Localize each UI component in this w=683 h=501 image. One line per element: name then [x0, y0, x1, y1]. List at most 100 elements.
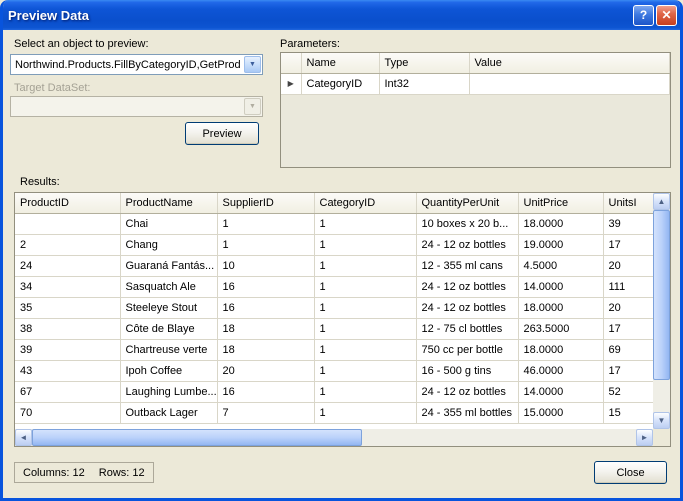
result-cell[interactable]: 1	[217, 213, 315, 235]
close-button[interactable]: Close	[594, 461, 667, 484]
result-cell[interactable]: Chai	[120, 213, 218, 235]
result-cell[interactable]: 24 - 355 ml bottles	[416, 402, 519, 424]
result-cell[interactable]: 1	[314, 402, 417, 424]
parameter-type-cell[interactable]: Int32	[379, 73, 470, 95]
result-cell[interactable]: 14.0000	[518, 276, 604, 298]
scroll-left-button[interactable]: ◄	[15, 429, 32, 446]
result-cell[interactable]: 1	[217, 234, 315, 256]
result-cell[interactable]: 2	[15, 234, 121, 256]
result-cell[interactable]: 35	[15, 297, 121, 319]
result-cell[interactable]: 4.5000	[518, 255, 604, 277]
column-header-supplierid[interactable]: SupplierID	[217, 193, 315, 214]
result-cell[interactable]: 46.0000	[518, 360, 604, 382]
result-cell[interactable]: 18.0000	[518, 213, 604, 235]
result-cell[interactable]: 1	[314, 297, 417, 319]
titlebar[interactable]: Preview Data ? ✕	[3, 0, 680, 30]
result-cell[interactable]: 111	[603, 276, 653, 298]
result-cell[interactable]: 12 - 75 cl bottles	[416, 318, 519, 340]
result-cell[interactable]: Outback Lager	[120, 402, 218, 424]
result-cell[interactable]: 24	[15, 255, 121, 277]
result-cell[interactable]: 18	[217, 339, 315, 361]
close-window-button[interactable]: ✕	[656, 4, 677, 26]
result-cell[interactable]: Ipoh Coffee	[120, 360, 218, 382]
column-header-value[interactable]: Value	[469, 53, 670, 74]
result-cell[interactable]: 10 boxes x 20 b...	[416, 213, 519, 235]
result-cell[interactable]: Steeleye Stout	[120, 297, 218, 319]
result-cell[interactable]: 1	[314, 318, 417, 340]
result-cell[interactable]: Sasquatch Ale	[120, 276, 218, 298]
result-cell[interactable]: 1	[314, 234, 417, 256]
result-cell[interactable]: 15.0000	[518, 402, 604, 424]
result-cell[interactable]: 16	[217, 297, 315, 319]
result-cell[interactable]: 16	[217, 381, 315, 403]
result-cell[interactable]: 10	[217, 255, 315, 277]
result-cell[interactable]: 16	[217, 276, 315, 298]
result-cell[interactable]: 750 cc per bottle	[416, 339, 519, 361]
result-cell[interactable]: 16 - 500 g tins	[416, 360, 519, 382]
result-cell[interactable]: 67	[15, 381, 121, 403]
horizontal-scrollbar-track[interactable]	[32, 429, 636, 446]
result-cell[interactable]: 14.0000	[518, 381, 604, 403]
horizontal-scrollbar-thumb[interactable]	[32, 429, 362, 446]
column-header-categoryid[interactable]: CategoryID	[314, 193, 417, 214]
result-cell[interactable]: 15	[603, 402, 653, 424]
scroll-up-button[interactable]: ▲	[653, 193, 670, 210]
scroll-right-button[interactable]: ►	[636, 429, 653, 446]
result-cell[interactable]: 1	[314, 360, 417, 382]
result-cell[interactable]: 24 - 12 oz bottles	[416, 234, 519, 256]
result-cell[interactable]: 24 - 12 oz bottles	[416, 381, 519, 403]
result-cell[interactable]: 20	[603, 297, 653, 319]
result-cell[interactable]: 39	[15, 339, 121, 361]
column-header-name[interactable]: Name	[301, 53, 380, 74]
result-cell[interactable]: 1	[314, 381, 417, 403]
result-cell[interactable]: 12 - 355 ml cans	[416, 255, 519, 277]
column-header-unitprice[interactable]: UnitPrice	[518, 193, 604, 214]
result-cell[interactable]: Côte de Blaye	[120, 318, 218, 340]
result-cell[interactable]: 18.0000	[518, 297, 604, 319]
column-header-unitsinstock[interactable]: UnitsI	[603, 193, 653, 214]
result-cell[interactable]: 1	[15, 213, 121, 235]
vertical-scrollbar-thumb[interactable]	[653, 210, 670, 380]
result-cell[interactable]: 39	[603, 213, 653, 235]
result-cell[interactable]: 263.5000	[518, 318, 604, 340]
result-cell[interactable]: 1	[314, 255, 417, 277]
parameter-name-cell[interactable]: CategoryID	[301, 73, 380, 95]
result-cell[interactable]: 38	[15, 318, 121, 340]
vertical-scrollbar-track[interactable]	[653, 210, 670, 412]
scroll-down-button[interactable]: ▼	[653, 412, 670, 429]
result-cell[interactable]: 1	[314, 276, 417, 298]
result-cell[interactable]: Chartreuse verte	[120, 339, 218, 361]
column-header-type[interactable]: Type	[379, 53, 470, 74]
result-cell[interactable]: 17	[603, 360, 653, 382]
result-cell[interactable]: 18	[217, 318, 315, 340]
column-header-quantityperunit[interactable]: QuantityPerUnit	[416, 193, 519, 214]
result-cell[interactable]: 20	[217, 360, 315, 382]
object-select-combo[interactable]: Northwind.Products.FillByCategoryID,GetP…	[10, 54, 263, 75]
result-cell[interactable]: 43	[15, 360, 121, 382]
result-cell[interactable]: Chang	[120, 234, 218, 256]
parameter-value-cell[interactable]: 1	[469, 73, 670, 95]
result-cell[interactable]: 19.0000	[518, 234, 604, 256]
column-header-productname[interactable]: ProductName	[120, 193, 218, 214]
vertical-scrollbar[interactable]: ▲ ▼	[653, 193, 670, 429]
result-cell[interactable]: Guaraná Fantás...	[120, 255, 218, 277]
result-cell[interactable]: 20	[603, 255, 653, 277]
object-select-dropdown-button[interactable]: ▼	[244, 56, 261, 73]
horizontal-scrollbar[interactable]: ◄ ►	[15, 429, 653, 446]
column-header-productid[interactable]: ProductID	[15, 193, 121, 214]
result-cell[interactable]: 17	[603, 234, 653, 256]
result-cell[interactable]: 52	[603, 381, 653, 403]
result-cell[interactable]: 17	[603, 318, 653, 340]
result-cell[interactable]: 1	[314, 339, 417, 361]
current-row-indicator-icon[interactable]: ▶	[281, 73, 302, 95]
result-cell[interactable]: 1	[314, 213, 417, 235]
result-cell[interactable]: 24 - 12 oz bottles	[416, 297, 519, 319]
result-cell[interactable]: 24 - 12 oz bottles	[416, 276, 519, 298]
result-cell[interactable]: 7	[217, 402, 315, 424]
result-cell[interactable]: 18.0000	[518, 339, 604, 361]
result-cell[interactable]: 34	[15, 276, 121, 298]
result-cell[interactable]: 70	[15, 402, 121, 424]
result-cell[interactable]: 69	[603, 339, 653, 361]
preview-button[interactable]: Preview	[185, 122, 259, 145]
help-button[interactable]: ?	[633, 4, 654, 26]
